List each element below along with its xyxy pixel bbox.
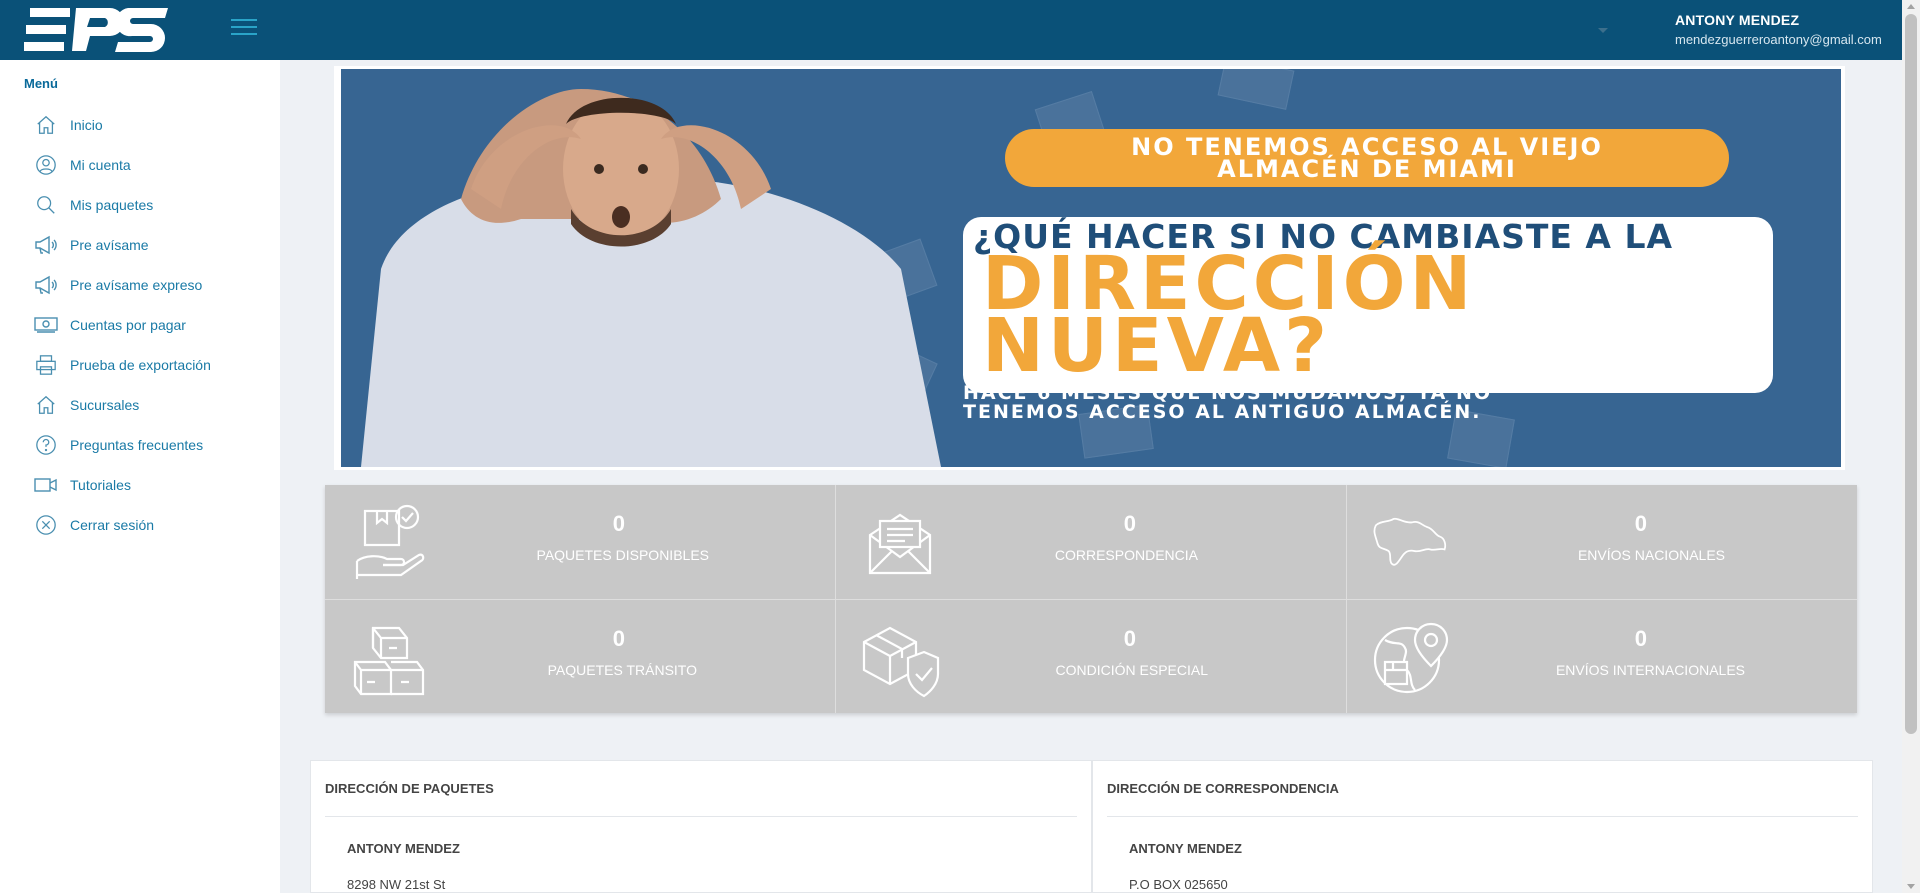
top-navbar: ANTONY MENDEZ mendezguerreroantony@gmail… <box>0 0 1902 60</box>
scroll-thumb[interactable] <box>1905 14 1917 734</box>
address-line: 8298 NW 21st St <box>347 877 446 892</box>
user-email: mendezguerreroantony@gmail.com <box>1675 32 1882 47</box>
stat-count: 0 <box>1634 511 1647 536</box>
sidebar-item-prueba-exportacion[interactable]: Prueba de exportación <box>0 345 280 385</box>
sidebar-item-label: Mis paquetes <box>70 197 154 213</box>
mail-address-card: DIRECCIÓN DE CORRESPONDENCIA ANTONY MEND… <box>1092 760 1873 893</box>
stat-label: PAQUETES TRÁNSITO <box>547 662 697 678</box>
divider <box>1107 816 1858 817</box>
megaphone-icon <box>34 233 58 257</box>
menu-title: Menú <box>24 76 58 91</box>
user-dropdown-caret-icon[interactable] <box>1598 28 1608 33</box>
user-profile[interactable]: ANTONY MENDEZ mendezguerreroantony@gmail… <box>1675 12 1882 47</box>
sidebar-item-sucursales[interactable]: Sucursales <box>0 385 280 425</box>
stat-envios-nacionales[interactable]: 0 ENVÍOS NACIONALES <box>1347 485 1857 599</box>
search-icon <box>34 193 58 217</box>
card-title: DIRECCIÓN DE PAQUETES <box>325 781 494 796</box>
scroll-down-icon[interactable] <box>1907 884 1915 889</box>
sidebar: Menú Inicio Mi cuenta Mis paquetes Pre a… <box>0 60 280 893</box>
sidebar-item-label: Cuentas por pagar <box>70 317 186 333</box>
sidebar-item-tutoriales[interactable]: Tutoriales <box>0 465 280 505</box>
banner-pill-line: ALMACÉN DE MIAMI <box>1217 155 1517 183</box>
stat-count: 0 <box>1123 511 1136 536</box>
user-name: ANTONY MENDEZ <box>1675 12 1800 28</box>
sidebar-item-label: Pre avísame expreso <box>70 277 203 293</box>
sidebar-item-cuentas-por-pagar[interactable]: Cuentas por pagar <box>0 305 280 345</box>
person-image <box>361 89 941 467</box>
package-address-card: DIRECCIÓN DE PAQUETES ANTONY MENDEZ 8298… <box>310 760 1092 893</box>
address-name: ANTONY MENDEZ <box>347 841 460 856</box>
stat-condicion-especial[interactable]: 0 CONDICIÓN ESPECIAL <box>836 600 1346 714</box>
stats-panel: 0 PAQUETES DISPONIBLES 0 CORRESPONDENCIA… <box>325 485 1857 713</box>
sidebar-item-label: Sucursales <box>70 397 140 413</box>
help-icon <box>34 433 58 457</box>
sidebar-item-label: Mi cuenta <box>70 157 131 173</box>
home-icon <box>34 393 58 417</box>
sidebar-item-label: Preguntas frecuentes <box>70 437 204 453</box>
sidebar-item-mis-paquetes[interactable]: Mis paquetes <box>0 185 280 225</box>
home-icon <box>34 113 58 137</box>
sidebar-item-inicio[interactable]: Inicio <box>0 105 280 145</box>
stat-label: ENVÍOS NACIONALES <box>1577 547 1725 563</box>
printer-icon <box>34 353 58 377</box>
sidebar-item-label: Prueba de exportación <box>70 357 211 373</box>
stat-count: 0 <box>1634 626 1647 651</box>
card-title: DIRECCIÓN DE CORRESPONDENCIA <box>1107 781 1339 796</box>
stat-label: PAQUETES DISPONIBLES <box>536 547 709 563</box>
close-circle-icon <box>34 513 58 537</box>
stat-paquetes-transito[interactable]: 0 PAQUETES TRÁNSITO <box>325 600 835 714</box>
stat-correspondencia[interactable]: 0 CORRESPONDENCIA <box>836 485 1346 599</box>
sidebar-item-preguntas-frecuentes[interactable]: Preguntas frecuentes <box>0 425 280 465</box>
divider <box>325 816 1077 817</box>
promo-banner[interactable]: NO TENEMOS ACCESO AL VIEJO ALMACÉN DE MI… <box>341 69 1841 467</box>
banner-pill: NO TENEMOS ACCESO AL VIEJO ALMACÉN DE MI… <box>1005 129 1729 187</box>
video-icon <box>34 473 58 497</box>
stat-envios-internacionales[interactable]: 0 ENVÍOS INTERNACIONALES <box>1347 600 1857 714</box>
sidebar-item-label: Inicio <box>70 117 103 133</box>
eps-logo[interactable] <box>24 5 172 55</box>
banner-headline-large: NUEVA? <box>982 303 1332 389</box>
sidebar-item-label: Tutoriales <box>70 477 131 493</box>
stat-label: CONDICIÓN ESPECIAL <box>1055 662 1208 678</box>
sidebar-item-pre-avisame[interactable]: Pre avísame <box>0 225 280 265</box>
page-scrollbar[interactable] <box>1902 0 1920 893</box>
sidebar-item-mi-cuenta[interactable]: Mi cuenta <box>0 145 280 185</box>
address-name: ANTONY MENDEZ <box>1129 841 1242 856</box>
sidebar-item-label: Cerrar sesión <box>70 517 155 533</box>
stat-count: 0 <box>612 626 625 651</box>
stat-paquetes-disponibles[interactable]: 0 PAQUETES DISPONIBLES <box>325 485 835 599</box>
stat-count: 0 <box>1123 626 1136 651</box>
stat-label: ENVÍOS INTERNACIONALES <box>1555 662 1745 678</box>
sidebar-menu: Inicio Mi cuenta Mis paquetes Pre avísam… <box>0 105 280 545</box>
address-line: P.O BOX 025650 <box>1129 877 1228 892</box>
megaphone-icon <box>34 273 58 297</box>
sidebar-item-pre-avisame-expreso[interactable]: Pre avísame expreso <box>0 265 280 305</box>
menu-toggle-button[interactable] <box>231 19 257 37</box>
banner-subline-2: TENEMOS ACCESO AL ANTIGUO ALMACÉN. <box>963 401 1482 423</box>
stat-label: CORRESPONDENCIA <box>1054 547 1198 563</box>
banner-subline: HACE 6 MESES QUE NOS MUDAMOS, YA NO TENE… <box>963 384 1492 422</box>
scroll-up-icon[interactable] <box>1907 4 1915 9</box>
money-icon <box>34 313 58 337</box>
sidebar-item-label: Pre avísame <box>70 237 149 253</box>
box-decoration <box>1217 69 1295 110</box>
user-icon <box>34 153 58 177</box>
sidebar-item-cerrar-sesion[interactable]: Cerrar sesión <box>0 505 280 545</box>
stat-count: 0 <box>612 511 625 536</box>
